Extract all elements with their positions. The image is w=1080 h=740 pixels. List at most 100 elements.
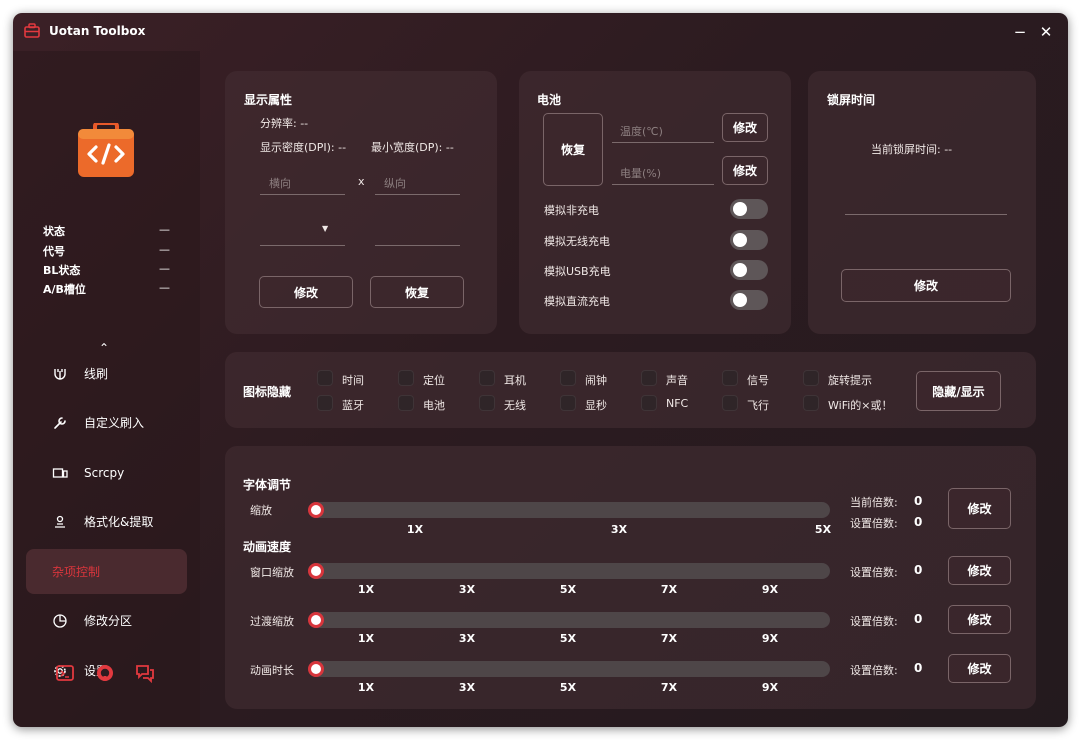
display-title: 显示属性 <box>244 93 293 107</box>
font-scale-slider[interactable] <box>308 502 830 518</box>
level-modify-button[interactable]: 修改 <box>722 156 768 185</box>
anim-slider[interactable] <box>308 612 830 628</box>
hide-show-button[interactable]: 隐藏/显示 <box>916 371 1001 411</box>
temperature-modify-button[interactable]: 修改 <box>722 113 768 142</box>
pie-icon <box>53 613 67 628</box>
x-separator: x <box>358 175 365 188</box>
simulate-wireless-toggle[interactable] <box>730 230 768 250</box>
dpi-select-underline[interactable] <box>260 245 345 246</box>
icon-hide-checkbox[interactable] <box>479 370 495 386</box>
level-input[interactable]: 电量(%) <box>620 165 661 181</box>
toggle-label: 模拟无线充电 <box>544 235 610 248</box>
sidebar-item-partition[interactable]: 修改分区 <box>26 598 187 643</box>
icon-hide-checkbox[interactable] <box>803 395 819 411</box>
wrench-icon <box>54 416 66 429</box>
anim-tick: 1X <box>357 583 375 596</box>
dp-input-underline[interactable] <box>375 245 460 246</box>
icon-hide-checkbox[interactable] <box>722 395 738 411</box>
sidebar-item-label: 自定义刷入 <box>84 416 145 430</box>
github-icon[interactable] <box>95 663 115 683</box>
simulate-usb-toggle[interactable] <box>730 260 768 280</box>
lock-title: 锁屏时间 <box>827 93 876 107</box>
dropdown-arrow-icon[interactable]: ▼ <box>322 224 328 233</box>
battery-card: 电池 恢复 温度(℃) 修改 电量(%) 修改 模拟非充电 模拟无线充电 模拟U… <box>519 71 791 334</box>
temperature-input[interactable]: 温度(℃) <box>620 123 663 139</box>
anim-row-label: 窗口缩放 <box>250 566 294 579</box>
icon-hide-label: 声音 <box>666 374 688 387</box>
icon-hide-checkbox[interactable] <box>560 370 576 386</box>
anim-slider[interactable] <box>308 563 830 579</box>
window-title: Uotan Toolbox <box>49 24 146 38</box>
width-input-underline <box>260 194 345 195</box>
anim-modify-button[interactable]: 修改 <box>948 556 1011 585</box>
lock-time-input[interactable] <box>845 214 1007 215</box>
anim-slider-handle[interactable] <box>308 563 324 579</box>
anim-modify-button[interactable]: 修改 <box>948 605 1011 634</box>
icon-hide-checkbox[interactable] <box>641 370 657 386</box>
display-modify-button[interactable]: 修改 <box>259 276 353 308</box>
anim-tick: 9X <box>761 583 779 596</box>
anim-slider[interactable] <box>308 661 830 677</box>
sidebar-item-label: 修改分区 <box>84 614 133 628</box>
terminal-icon[interactable] <box>55 663 75 683</box>
resolution-text: 分辨率: -- <box>260 117 309 130</box>
anim-set-label: 设置倍数: <box>850 566 898 579</box>
sidebar-item-custom-flash[interactable]: 自定义刷入 <box>26 400 187 445</box>
sidebar-item-label: 杂项控制 <box>52 565 101 579</box>
font-set-value: 0 <box>914 515 923 529</box>
anim-tick: 1X <box>357 632 375 645</box>
battery-restore-button[interactable]: 恢复 <box>543 113 603 186</box>
sidebar-footer <box>55 663 155 683</box>
icon-hide-checkbox[interactable] <box>803 370 819 386</box>
height-input[interactable]: 纵向 <box>384 175 406 191</box>
icon-hide-checkbox[interactable] <box>641 395 657 411</box>
icon-hide-title: 图标隐藏 <box>243 385 292 399</box>
anim-tick: 3X <box>458 583 476 596</box>
icon-hide-checkbox[interactable] <box>398 370 414 386</box>
font-modify-button[interactable]: 修改 <box>948 488 1011 529</box>
anim-tick: 9X <box>761 681 779 694</box>
font-current-label: 当前倍数: <box>850 496 898 509</box>
anim-slider-handle[interactable] <box>308 612 324 628</box>
width-input[interactable]: 横向 <box>269 175 291 191</box>
icon-hide-label: 时间 <box>342 374 364 387</box>
height-input-underline <box>375 194 460 195</box>
dp-text: 最小宽度(DP): -- <box>371 141 454 154</box>
icon-hide-label: 闹钟 <box>585 374 607 387</box>
sidebar-item-format-extract[interactable]: 格式化&提取 <box>26 499 187 544</box>
close-button[interactable]: ✕ <box>1035 22 1057 42</box>
font-current-value: 0 <box>914 494 923 508</box>
font-scale-handle[interactable] <box>308 502 324 518</box>
sidebar-item-label: 格式化&提取 <box>84 515 154 529</box>
simulate-dc-toggle[interactable] <box>730 290 768 310</box>
icon-hide-label: 旋转提示 <box>828 374 872 387</box>
icon-hide-checkbox[interactable] <box>722 370 738 386</box>
sidebar-item-misc-control[interactable]: 杂项控制 <box>26 549 187 594</box>
icon-hide-checkbox[interactable] <box>317 370 333 386</box>
anim-slider-handle[interactable] <box>308 661 324 677</box>
icon-hide-checkbox[interactable] <box>479 395 495 411</box>
icon-hide-label: WiFi的×或！ <box>828 399 893 412</box>
sidebar-item-line-flash[interactable]: 线刷 <box>26 351 187 396</box>
simulate-not-charging-toggle[interactable] <box>730 199 768 219</box>
icon-hide-checkbox[interactable] <box>317 395 333 411</box>
toggle-label: 模拟直流充电 <box>544 295 610 308</box>
anim-tick: 3X <box>458 681 476 694</box>
icon-hide-checkbox[interactable] <box>398 395 414 411</box>
icon-hide-label: 显秒 <box>585 399 607 412</box>
lock-modify-button[interactable]: 修改 <box>841 269 1011 302</box>
display-restore-button[interactable]: 恢复 <box>370 276 464 308</box>
toolbox-logo <box>78 123 134 177</box>
icon-hide-label: 定位 <box>423 374 445 387</box>
status-label: 状态 <box>43 225 65 238</box>
anim-tick: 9X <box>761 632 779 645</box>
sidebar-item-scrcpy[interactable]: Scrcpy <box>26 450 187 495</box>
anim-set-value: 0 <box>914 612 923 626</box>
anim-modify-button[interactable]: 修改 <box>948 654 1011 683</box>
minimize-button[interactable]: − <box>1009 22 1031 42</box>
icon-hide-checkbox[interactable] <box>560 395 576 411</box>
flash-icon <box>54 368 66 380</box>
anim-set-value: 0 <box>914 661 923 675</box>
lock-current-text: 当前锁屏时间: -- <box>871 143 953 156</box>
chat-icon[interactable] <box>135 663 155 683</box>
